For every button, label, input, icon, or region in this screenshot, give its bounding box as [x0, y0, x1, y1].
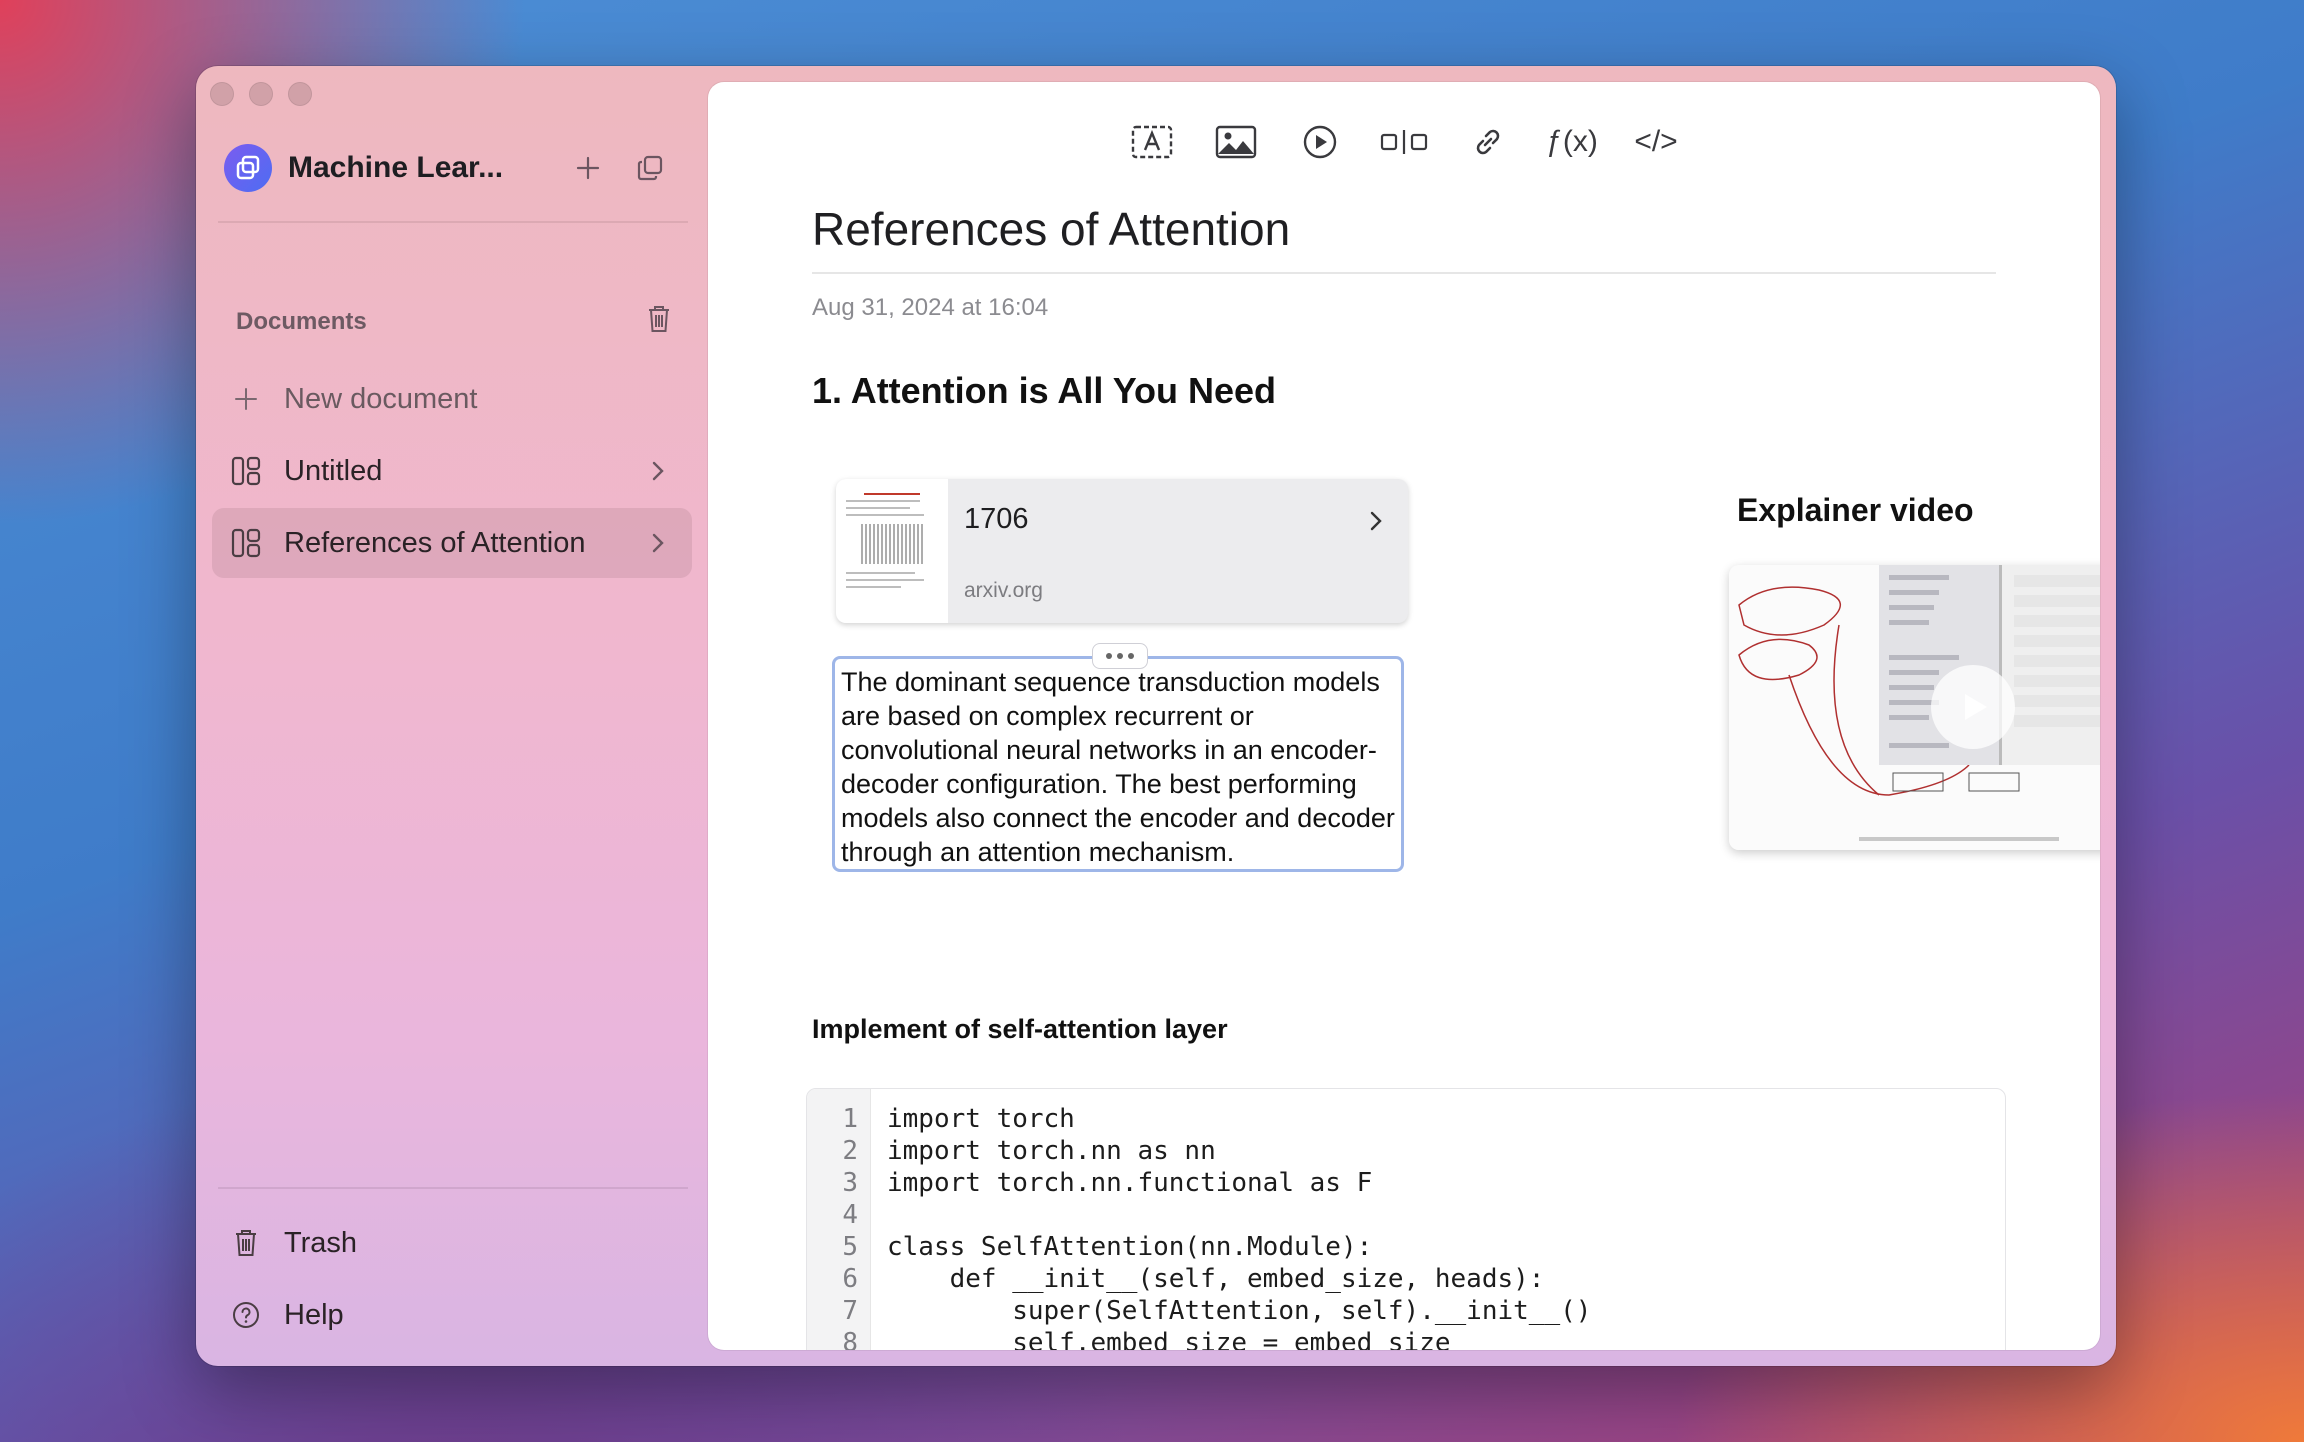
chevron-right-icon [638, 523, 678, 563]
trash-icon[interactable] [646, 304, 672, 339]
code-line[interactable]: import torch.nn.functional as F [887, 1167, 1995, 1199]
sidebar-item-trash[interactable]: Trash [212, 1208, 692, 1278]
more-options-icon[interactable] [1092, 643, 1148, 669]
workspace-icon[interactable] [224, 144, 272, 192]
help-icon [226, 1295, 266, 1335]
line-number: 5 [842, 1232, 858, 1262]
code-line[interactable]: def __init__(self, embed_size, heads): [887, 1263, 1995, 1295]
heading-1[interactable]: 1. Attention is All You Need [812, 370, 1276, 412]
sidebar-item-help[interactable]: Help [212, 1280, 692, 1350]
sidebar-item-references-of-attention[interactable]: References of Attention [212, 508, 692, 578]
play-video-icon[interactable] [1290, 112, 1350, 172]
code-heading[interactable]: Implement of self-attention layer [812, 1014, 1228, 1045]
link-preview-body: 1706 arxiv.org [948, 479, 1408, 623]
link-host: arxiv.org [964, 579, 1043, 602]
code-line[interactable]: import torch [887, 1103, 1995, 1135]
code-line[interactable] [887, 1199, 1995, 1231]
code-line[interactable]: super(SelfAttention, self).__init__() [887, 1295, 1995, 1327]
sidebar-item-label: Untitled [284, 454, 383, 487]
new-document-label: New document [284, 382, 478, 415]
new-document-button[interactable]: New document [212, 364, 692, 434]
code-block[interactable]: 12345678910 import torchimport torch.nn … [806, 1088, 2006, 1350]
duplicate-icon[interactable] [630, 148, 670, 188]
link-title: 1706 [964, 503, 1029, 535]
sidebar-item-label: References of Attention [284, 526, 586, 559]
code-icon[interactable]: </> [1626, 112, 1686, 172]
line-number: 4 [842, 1200, 858, 1230]
trash-icon [226, 1223, 266, 1263]
add-icon[interactable] [568, 148, 608, 188]
document-grid-icon [226, 451, 266, 491]
line-number: 1 [842, 1104, 858, 1134]
sidebar-item-label: Trash [284, 1226, 358, 1259]
formula-icon[interactable]: ƒ(x) [1542, 112, 1602, 172]
editor-pane: ƒ(x) </> References of Attention Aug 31,… [708, 82, 2100, 1350]
sidebar-footer-divider [218, 1187, 688, 1189]
code-lines[interactable]: import torch import torch.nn as nn import … [887, 1103, 1995, 1350]
line-number: 2 [842, 1136, 858, 1166]
video-thumbnail [1729, 565, 2100, 850]
chevron-right-icon [638, 451, 678, 491]
chevron-right-icon [1368, 509, 1384, 538]
document-grid-icon [226, 523, 266, 563]
line-number: 7 [842, 1296, 858, 1326]
document-title[interactable]: References of Attention [812, 202, 1290, 256]
quote-text-block[interactable]: The dominant sequence transduction model… [832, 656, 1404, 872]
line-number: 8 [842, 1328, 858, 1350]
line-number-gutter: 12345678910 [807, 1089, 871, 1350]
code-line[interactable]: class SelfAttention(nn.Module): [887, 1231, 1995, 1263]
code-line[interactable]: import torch.nn as nn [887, 1135, 1995, 1167]
documents-section-header: Documents [236, 304, 672, 339]
explainer-video-player[interactable] [1729, 565, 2100, 850]
video-heading[interactable]: Explainer video [1737, 492, 1974, 529]
link-icon[interactable] [1458, 112, 1518, 172]
workspace-header: Machine Lear... [224, 143, 670, 193]
image-icon[interactable] [1206, 112, 1266, 172]
sidebar-divider [218, 221, 688, 223]
paper-thumbnail [836, 479, 948, 623]
documents-section-label: Documents [236, 307, 367, 335]
workspace-title[interactable]: Machine Lear... [288, 151, 546, 185]
text-box-icon[interactable] [1122, 112, 1182, 172]
title-divider [812, 272, 1996, 274]
sidebar-item-untitled[interactable]: Untitled [212, 436, 692, 506]
line-number: 3 [842, 1168, 858, 1198]
insert-toolbar: ƒ(x) </> [708, 112, 2100, 172]
document-date: Aug 31, 2024 at 16:04 [812, 294, 1049, 321]
sidebar: Machine Lear... Documents New document U… [196, 66, 708, 1366]
code-line[interactable]: self.embed_size = embed_size [887, 1327, 1995, 1350]
play-icon[interactable] [1931, 665, 2015, 749]
split-columns-icon[interactable] [1374, 112, 1434, 172]
sidebar-item-label: Help [284, 1298, 344, 1331]
link-preview-card[interactable]: 1706 arxiv.org [836, 479, 1408, 623]
app-window: Machine Lear... Documents New document U… [196, 66, 2116, 1366]
line-number: 6 [842, 1264, 858, 1294]
plus-icon [226, 379, 266, 419]
